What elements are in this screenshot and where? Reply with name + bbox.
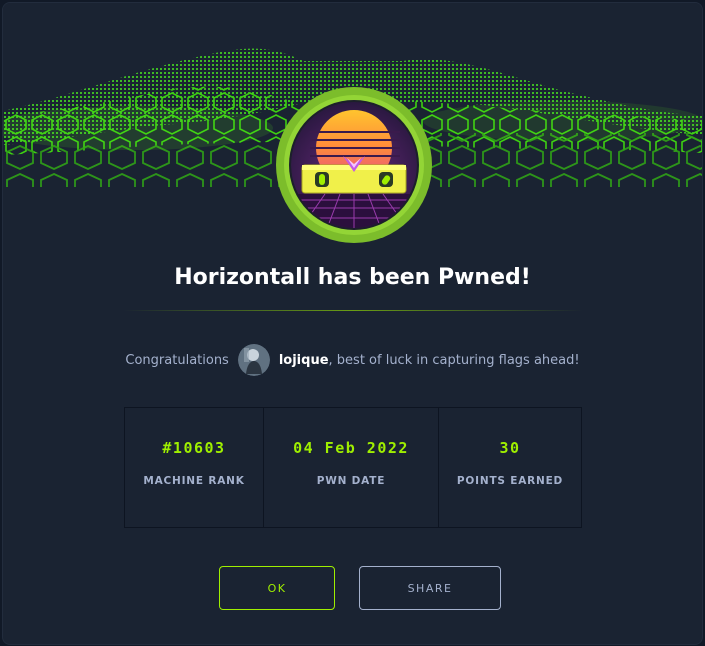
congrats-message: Congratulations lojique , best of luck i… — [3, 343, 702, 377]
congrats-prefix: Congratulations — [125, 352, 229, 368]
points-earned-label: POINTS EARNED — [456, 475, 564, 487]
stat-points-earned: 30 POINTS EARNED — [439, 408, 581, 527]
pwn-date-value: 04 Feb 2022 — [293, 439, 409, 457]
pwned-dialog: Horizontall has been Pwned! Congratulati… — [2, 2, 703, 645]
congrats-suffix: , best of luck in capturing flags ahead! — [328, 352, 580, 368]
title-divider — [123, 310, 583, 311]
machine-rank-label: MACHINE RANK — [143, 475, 245, 487]
ok-button[interactable]: OK — [219, 566, 335, 610]
share-button[interactable]: SHARE — [359, 566, 501, 610]
pwned-title: Horizontall has been Pwned! — [174, 265, 531, 290]
user-avatar[interactable] — [237, 344, 270, 376]
horizontall-machine-badge — [276, 87, 432, 243]
stat-machine-rank: #10603 MACHINE RANK — [125, 408, 264, 527]
username[interactable]: lojique — [279, 353, 329, 368]
pwn-date-label: PWN DATE — [316, 475, 386, 487]
stats-panel: #10603 MACHINE RANK 04 Feb 2022 PWN DATE… — [124, 407, 582, 528]
points-earned-value: 30 — [499, 439, 521, 457]
stat-pwn-date: 04 Feb 2022 PWN DATE — [264, 408, 439, 527]
machine-rank-value: #10603 — [162, 439, 226, 457]
